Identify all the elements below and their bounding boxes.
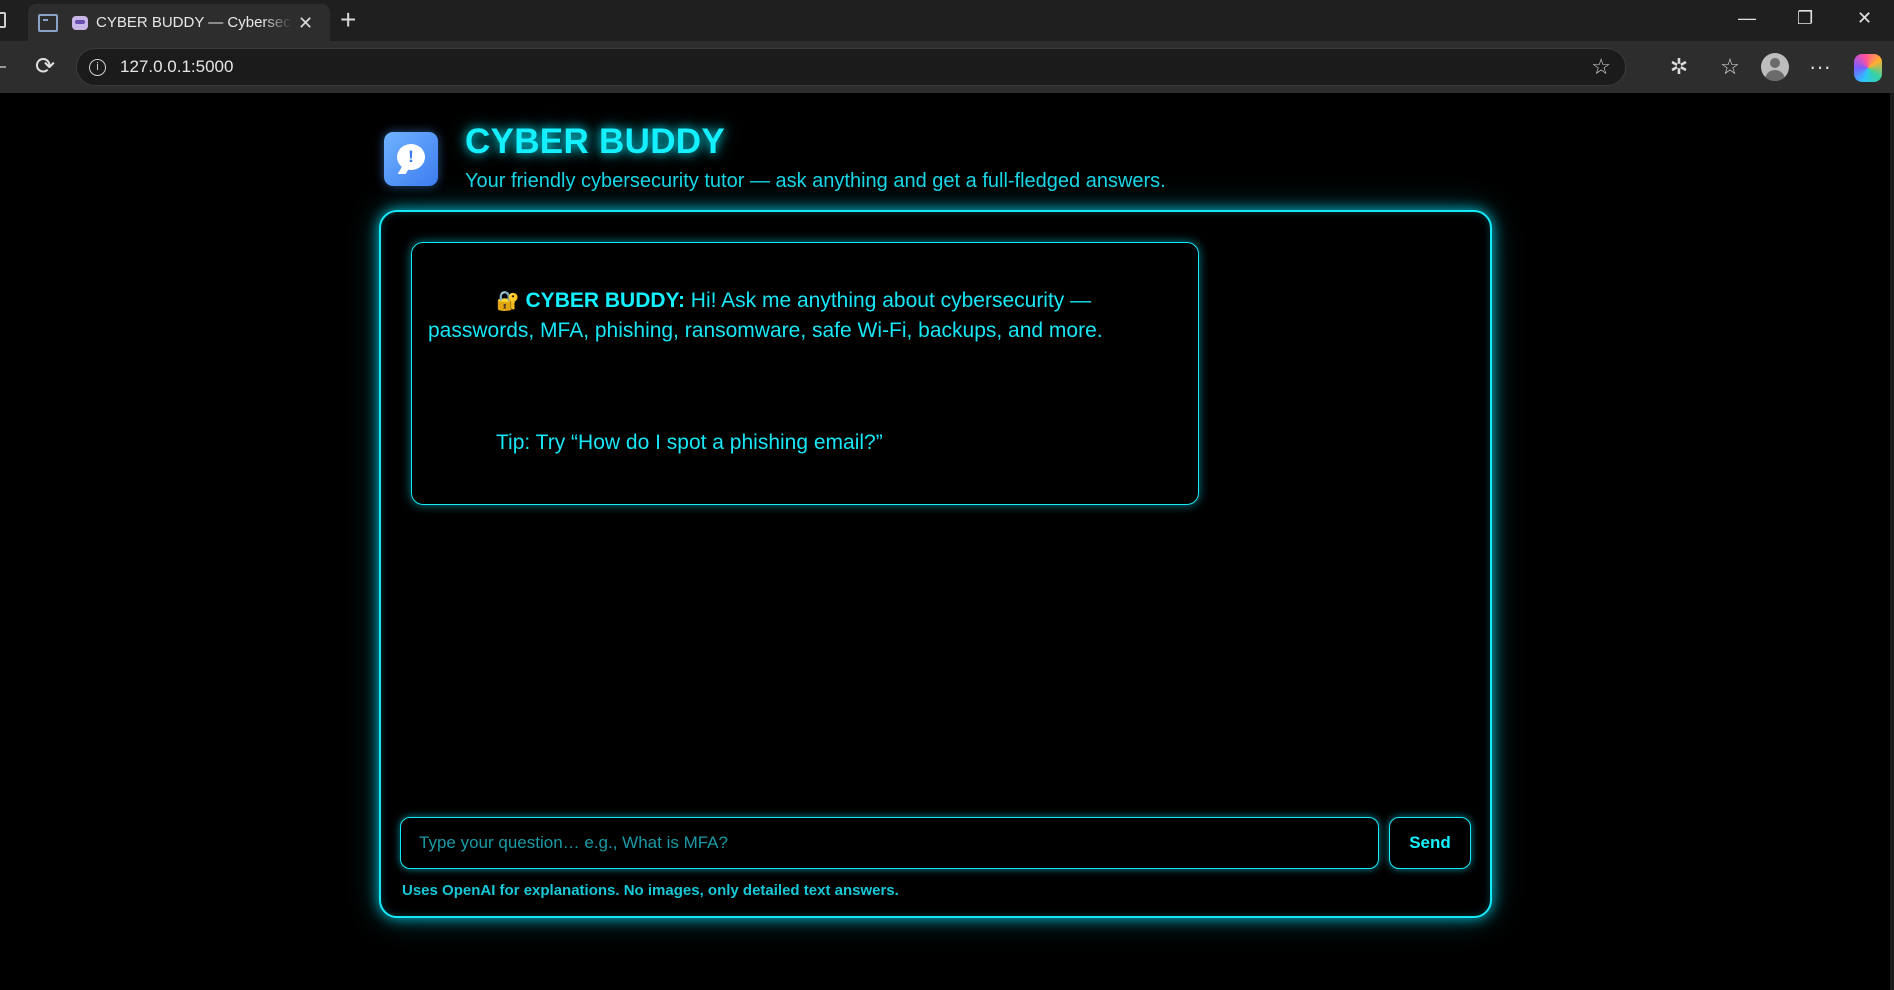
vertical-tabs-icon[interactable] bbox=[38, 13, 58, 32]
tab-close-icon[interactable]: ✕ bbox=[298, 14, 313, 32]
send-button[interactable]: Send bbox=[1389, 817, 1471, 869]
page-subtitle: Your friendly cybersecurity tutor — ask … bbox=[465, 170, 1166, 192]
restore-button[interactable]: ❐ bbox=[1797, 8, 1813, 29]
footnote: Uses OpenAI for explanations. No images,… bbox=[402, 882, 899, 899]
address-bar[interactable]: i 127.0.0.1:5000 ☆ bbox=[76, 48, 1626, 86]
back-arrow-icon[interactable] bbox=[0, 66, 6, 68]
app-logo: ! bbox=[384, 132, 438, 186]
bot-message: 🔐 CYBER BUDDY: Hi! Ask me anything about… bbox=[411, 242, 1199, 505]
page-scrollbar[interactable] bbox=[1890, 93, 1894, 990]
bot-message-body: 🔐 CYBER BUDDY: Hi! Ask me anything about… bbox=[428, 286, 1188, 345]
reload-icon[interactable]: ⟳ bbox=[32, 54, 58, 80]
site-info-icon[interactable]: i bbox=[89, 58, 106, 76]
bot-tip-text: Tip: Try “How do I spot a phishing email… bbox=[496, 431, 883, 454]
question-input[interactable] bbox=[400, 817, 1379, 869]
minimize-button[interactable]: — bbox=[1738, 8, 1756, 29]
composer: Send bbox=[400, 817, 1471, 869]
favorite-star-icon[interactable]: ☆ bbox=[1591, 56, 1611, 78]
workspaces-icon[interactable] bbox=[0, 12, 6, 28]
browser-toolbar: ⟳ i 127.0.0.1:5000 ☆ ✲ ☆ ··· bbox=[0, 41, 1894, 93]
favorites-icon[interactable]: ☆ bbox=[1716, 54, 1744, 80]
page-title: CYBER BUDDY bbox=[465, 122, 725, 161]
alert-bubble-icon: ! bbox=[397, 144, 425, 170]
url-text[interactable]: 127.0.0.1:5000 bbox=[120, 57, 233, 77]
tab-title: CYBER BUDDY — Cybersecurity Tutor bbox=[96, 14, 292, 31]
lock-icon: 🔐 bbox=[496, 290, 520, 312]
extensions-icon[interactable]: ✲ bbox=[1665, 54, 1693, 80]
browser-tab-strip: CYBER BUDDY — Cybersecurity Tutor ✕ + — … bbox=[0, 0, 1894, 41]
bot-sender-name: CYBER BUDDY: bbox=[525, 289, 685, 312]
profile-icon[interactable] bbox=[1761, 53, 1789, 81]
tab-favicon-icon bbox=[72, 15, 88, 30]
copilot-icon[interactable] bbox=[1854, 54, 1882, 82]
close-window-button[interactable]: ✕ bbox=[1857, 8, 1872, 29]
browser-tab[interactable]: CYBER BUDDY — Cybersecurity Tutor ✕ bbox=[28, 4, 330, 41]
new-tab-button[interactable]: + bbox=[340, 6, 356, 34]
chat-panel: 🔐 CYBER BUDDY: Hi! Ask me anything about… bbox=[379, 210, 1492, 918]
more-icon[interactable]: ··· bbox=[1806, 54, 1834, 80]
